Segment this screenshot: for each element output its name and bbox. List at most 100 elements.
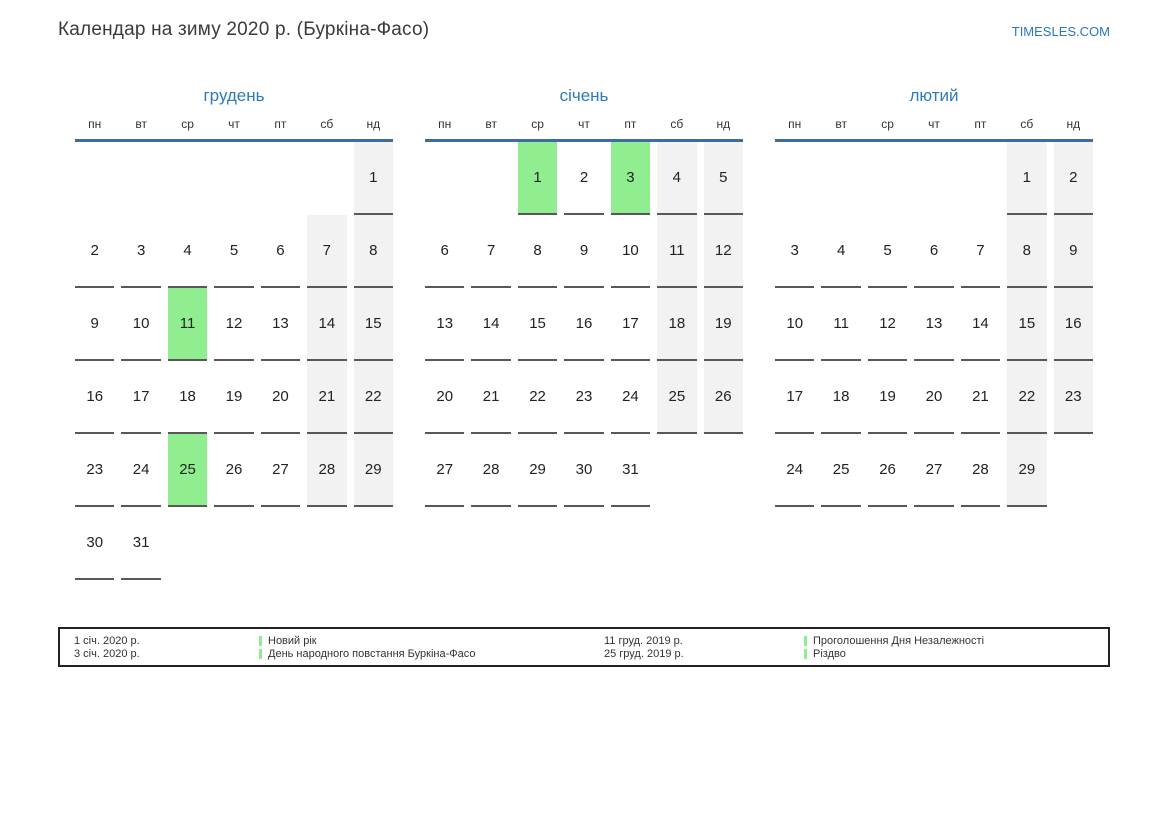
day-cell: 6 bbox=[261, 215, 300, 288]
day-cell: 18 bbox=[168, 361, 207, 434]
day-cell: 17 bbox=[775, 361, 814, 434]
legend-column-right: 11 груд. 2019 р.Проголошення Дня Незалеж… bbox=[604, 634, 1094, 660]
weekday-header: пн bbox=[425, 117, 464, 132]
weekend-day-cell: 12 bbox=[704, 215, 743, 288]
empty-cell bbox=[354, 507, 393, 580]
weekday-header: пт bbox=[261, 117, 300, 132]
legend-column-left: 1 січ. 2020 р. Новий рік 3 січ. 2020 р. Ден… bbox=[74, 634, 604, 660]
day-cell: 22 bbox=[518, 361, 557, 434]
day-cell: 20 bbox=[914, 361, 953, 434]
day-cell: 12 bbox=[868, 288, 907, 361]
day-cell: 21 bbox=[961, 361, 1000, 434]
day-cell: 4 bbox=[821, 215, 860, 288]
weekend-day-cell: 11 bbox=[657, 215, 696, 288]
day-cell: 25 bbox=[821, 434, 860, 507]
weekend-day-cell: 14 bbox=[307, 288, 346, 361]
month-title: грудень bbox=[75, 84, 393, 108]
weekend-day-cell: 19 bbox=[704, 288, 743, 361]
day-cell: 14 bbox=[471, 288, 510, 361]
weekend-day-cell: 23 bbox=[1054, 361, 1093, 434]
holiday-day-cell: 11 bbox=[168, 288, 207, 361]
day-cell: 28 bbox=[961, 434, 1000, 507]
day-cell: 18 bbox=[821, 361, 860, 434]
site-link[interactable]: TIMESLES.COM bbox=[1012, 24, 1110, 39]
weekend-day-cell: 1 bbox=[1007, 142, 1046, 215]
weekend-day-cell: 18 bbox=[657, 288, 696, 361]
weekday-header: пн bbox=[775, 117, 814, 132]
weekend-day-cell: 29 bbox=[1007, 434, 1046, 507]
day-cell: 19 bbox=[868, 361, 907, 434]
day-cell: 9 bbox=[75, 288, 114, 361]
month-1: груденьпнвтсрчтптсбнд1234567891011121314… bbox=[75, 84, 393, 580]
empty-cell bbox=[821, 142, 860, 215]
day-cell: 28 bbox=[471, 434, 510, 507]
legend-holiday-name: Новий рік bbox=[268, 635, 317, 647]
weekend-day-cell: 28 bbox=[307, 434, 346, 507]
empty-cell bbox=[214, 507, 253, 580]
empty-cell bbox=[307, 142, 346, 215]
weekend-day-cell: 1 bbox=[354, 142, 393, 215]
empty-cell bbox=[261, 507, 300, 580]
day-cell: 26 bbox=[868, 434, 907, 507]
weekday-header: сб bbox=[657, 117, 696, 132]
weekend-day-cell: 4 bbox=[657, 142, 696, 215]
weekday-header: вт bbox=[471, 117, 510, 132]
day-cell: 2 bbox=[75, 215, 114, 288]
day-cell: 3 bbox=[775, 215, 814, 288]
weekday-header-row: пнвтсрчтптсбнд bbox=[775, 117, 1093, 142]
day-cell: 15 bbox=[518, 288, 557, 361]
day-cell: 24 bbox=[775, 434, 814, 507]
day-cell: 7 bbox=[961, 215, 1000, 288]
holiday-marker-icon bbox=[259, 649, 262, 659]
holiday-marker-icon bbox=[804, 649, 807, 659]
weekend-day-cell: 7 bbox=[307, 215, 346, 288]
legend-date: 11 груд. 2019 р. bbox=[604, 635, 804, 647]
calendar-months: груденьпнвтсрчтптсбнд1234567891011121314… bbox=[75, 84, 1093, 580]
weekday-header: ср bbox=[518, 117, 557, 132]
day-cell: 9 bbox=[564, 215, 603, 288]
weekend-day-cell: 15 bbox=[354, 288, 393, 361]
day-cell: 16 bbox=[75, 361, 114, 434]
empty-cell bbox=[75, 142, 114, 215]
empty-cell bbox=[775, 142, 814, 215]
legend-date: 1 січ. 2020 р. bbox=[74, 635, 259, 647]
day-cell: 3 bbox=[121, 215, 160, 288]
empty-cell bbox=[307, 507, 346, 580]
weekday-header: нд bbox=[354, 117, 393, 132]
day-cell: 24 bbox=[121, 434, 160, 507]
weekend-day-cell: 8 bbox=[354, 215, 393, 288]
day-cell: 31 bbox=[121, 507, 160, 580]
empty-cell bbox=[121, 142, 160, 215]
day-cell: 10 bbox=[611, 215, 650, 288]
weekday-header: сб bbox=[307, 117, 346, 132]
weekend-day-cell: 16 bbox=[1054, 288, 1093, 361]
holiday-day-cell: 3 bbox=[611, 142, 650, 215]
day-cell: 6 bbox=[914, 215, 953, 288]
empty-cell bbox=[471, 142, 510, 215]
holiday-marker-icon bbox=[804, 636, 807, 646]
day-cell: 27 bbox=[914, 434, 953, 507]
weekend-day-cell: 8 bbox=[1007, 215, 1046, 288]
holiday-day-cell: 1 bbox=[518, 142, 557, 215]
day-cell: 2 bbox=[564, 142, 603, 215]
day-cell: 20 bbox=[425, 361, 464, 434]
day-cell: 11 bbox=[821, 288, 860, 361]
weekend-day-cell: 22 bbox=[1007, 361, 1046, 434]
empty-cell bbox=[704, 434, 743, 507]
day-cell: 30 bbox=[75, 507, 114, 580]
day-cell: 8 bbox=[518, 215, 557, 288]
legend-holiday-name: День народного повстання Буркіна-Фасо bbox=[268, 648, 475, 660]
calendar-page: Календар на зиму 2020 р. (Буркіна-Фасо) … bbox=[0, 0, 1169, 827]
weekday-header: ср bbox=[868, 117, 907, 132]
month-title: січень bbox=[425, 84, 743, 108]
day-cell: 12 bbox=[214, 288, 253, 361]
day-cell: 27 bbox=[425, 434, 464, 507]
day-cell: 5 bbox=[214, 215, 253, 288]
empty-cell bbox=[914, 142, 953, 215]
legend-date: 3 січ. 2020 р. bbox=[74, 648, 259, 660]
day-cell: 23 bbox=[564, 361, 603, 434]
day-cell: 17 bbox=[121, 361, 160, 434]
month-grid: 1234567891011121314151617181920212223242… bbox=[75, 142, 393, 580]
day-cell: 31 bbox=[611, 434, 650, 507]
day-cell: 10 bbox=[121, 288, 160, 361]
